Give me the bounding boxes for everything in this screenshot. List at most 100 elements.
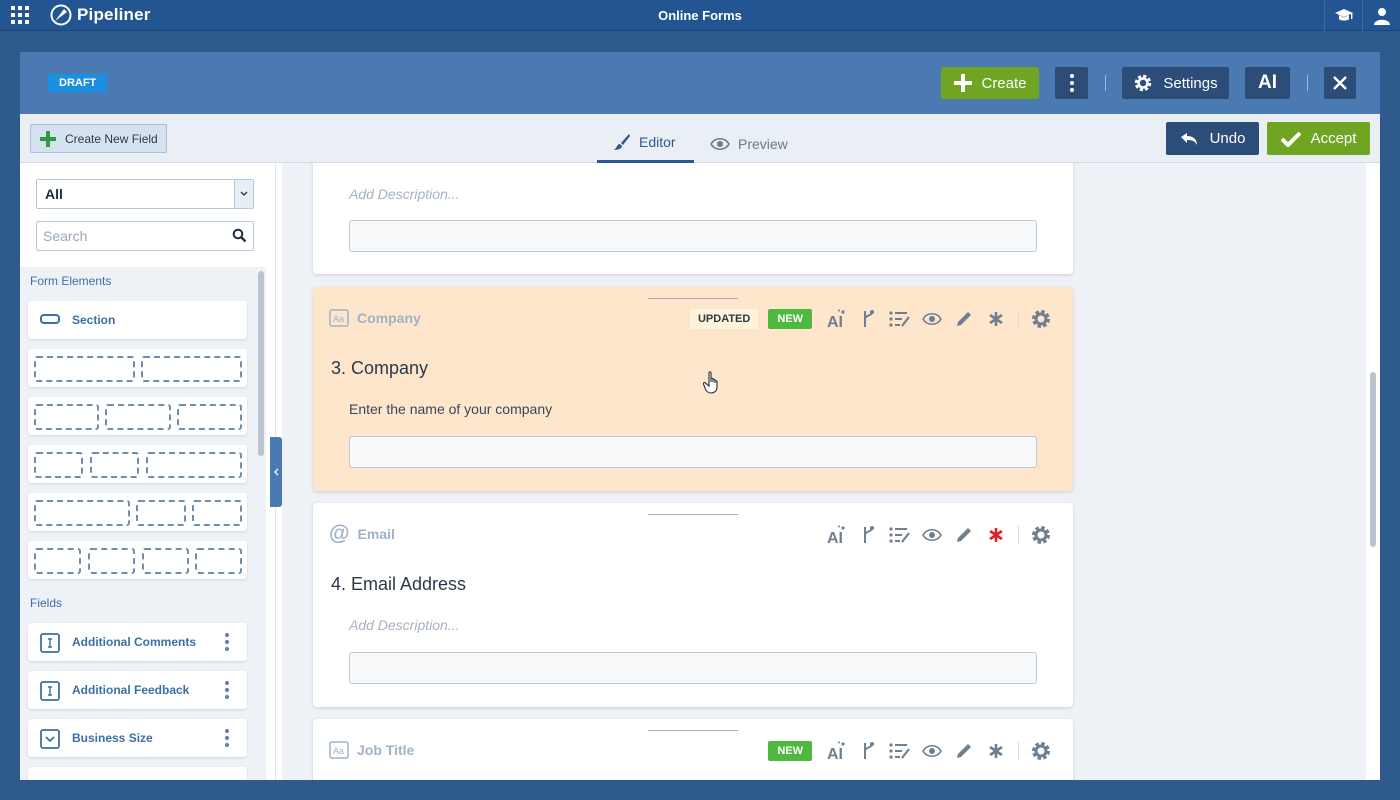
canvas-scrollbar[interactable] xyxy=(1370,372,1376,547)
visibility-eye-icon[interactable] xyxy=(916,307,948,331)
layout-slot xyxy=(34,548,81,574)
svg-text:AI: AI xyxy=(827,314,843,329)
layout-quarter-quarter-half[interactable] xyxy=(28,445,247,483)
tool-divider xyxy=(1018,310,1019,328)
layout-three-columns[interactable] xyxy=(28,397,247,435)
create-new-field-button[interactable]: Create New Field xyxy=(30,124,167,153)
field-item[interactable] xyxy=(28,767,247,780)
graduation-cap-icon[interactable] xyxy=(1324,0,1362,31)
editor-toolbar: Create New Field Editor Preview Undo Acc… xyxy=(20,114,1380,163)
plus-icon xyxy=(40,130,56,147)
user-icon[interactable] xyxy=(1362,0,1400,31)
field-description[interactable]: Add Description... xyxy=(349,186,460,202)
field-search-input[interactable]: Search xyxy=(36,221,254,251)
form-field-card-job-title[interactable]: Aa Job Title NEW AI xyxy=(313,719,1073,780)
sidebar-scrollbar[interactable] xyxy=(258,271,264,456)
collapse-sidebar-button[interactable] xyxy=(270,437,282,507)
required-asterisk-icon[interactable] xyxy=(980,739,1012,763)
visibility-eye-icon[interactable] xyxy=(916,739,948,763)
validation-list-icon[interactable] xyxy=(884,307,916,331)
tool-divider xyxy=(1018,526,1019,544)
chevron-down-icon[interactable] xyxy=(234,180,253,208)
edit-pencil-icon[interactable] xyxy=(948,307,980,331)
visibility-eye-icon[interactable] xyxy=(916,523,948,547)
kebab-menu-icon[interactable] xyxy=(225,681,229,699)
new-badge: NEW xyxy=(768,309,812,329)
layout-two-columns[interactable] xyxy=(28,349,247,387)
layout-slot xyxy=(177,404,242,430)
field-input-preview xyxy=(349,652,1037,684)
plus-icon xyxy=(954,74,973,92)
validation-list-icon[interactable] xyxy=(884,739,916,763)
gear-icon[interactable] xyxy=(1025,307,1057,331)
tab-preview[interactable]: Preview xyxy=(694,124,804,163)
required-asterisk-icon[interactable] xyxy=(980,523,1012,547)
header-divider xyxy=(1105,75,1106,91)
at-sign-icon: @ xyxy=(329,522,350,545)
app-title: Online Forms xyxy=(658,8,742,23)
field-title[interactable]: 4. Email Address xyxy=(331,574,466,595)
undo-icon xyxy=(1180,132,1197,145)
close-button[interactable] xyxy=(1324,67,1356,99)
gear-icon[interactable] xyxy=(1025,739,1057,763)
status-badge: DRAFT xyxy=(48,74,108,92)
layout-slot xyxy=(88,548,135,574)
edit-pencil-icon[interactable] xyxy=(948,739,980,763)
undo-button[interactable]: Undo xyxy=(1166,122,1259,155)
form-field-card-email[interactable]: @ Email AI 4. Email Address Add Descript… xyxy=(313,503,1073,707)
layout-slot xyxy=(141,356,242,382)
layout-slot xyxy=(192,500,242,526)
drag-handle[interactable] xyxy=(648,514,738,515)
search-icon[interactable] xyxy=(232,228,247,243)
ai-sparkle-icon[interactable]: AI xyxy=(820,739,852,763)
required-asterisk-icon[interactable] xyxy=(980,307,1012,331)
create-button[interactable]: Create xyxy=(941,67,1039,99)
dropdown-field-icon xyxy=(40,729,60,749)
updated-badge: UPDATED xyxy=(689,309,759,329)
gear-icon[interactable] xyxy=(1025,523,1057,547)
drag-handle[interactable] xyxy=(648,730,738,731)
ai-assistant-button[interactable]: AI xyxy=(1245,67,1290,99)
layout-slot xyxy=(34,404,99,430)
sidebar-list: Form Elements Section Fields Additional … xyxy=(20,267,266,780)
field-item[interactable]: Additional Feedback xyxy=(28,671,247,709)
ai-sparkle-icon[interactable]: AI xyxy=(820,523,852,547)
logic-branch-icon[interactable] xyxy=(852,523,884,547)
app-bar: Pipeliner Online Forms xyxy=(0,0,1400,31)
field-description[interactable]: Add Description... xyxy=(349,617,460,633)
field-item[interactable]: Business Size xyxy=(28,719,247,757)
kebab-menu-icon[interactable] xyxy=(225,729,229,747)
paintbrush-icon xyxy=(614,134,630,150)
field-item[interactable]: Additional Comments xyxy=(28,623,247,661)
accept-button[interactable]: Accept xyxy=(1267,122,1370,155)
field-item-label: Business Size xyxy=(72,731,153,745)
field-type-label: Company xyxy=(357,310,421,326)
edit-pencil-icon[interactable] xyxy=(948,523,980,547)
ai-sparkle-icon[interactable]: AI xyxy=(820,307,852,331)
field-library-sidebar: All Search Form Elements Section Fields … xyxy=(20,163,276,780)
logic-branch-icon[interactable] xyxy=(852,739,884,763)
field-title[interactable]: 3. Company xyxy=(331,358,428,379)
ai-icon: AI xyxy=(1258,72,1277,93)
field-card-header: Aa Company xyxy=(329,309,421,327)
section-element[interactable]: Section xyxy=(28,301,247,339)
layout-half-quarter-quarter[interactable] xyxy=(28,493,247,531)
form-field-card-company[interactable]: Aa Company UPDATED NEW AI 3. Company Ent… xyxy=(313,287,1073,491)
logic-branch-icon[interactable] xyxy=(852,307,884,331)
section-label: Section xyxy=(72,313,116,327)
settings-button[interactable]: Settings xyxy=(1122,67,1229,99)
field-tools: AI xyxy=(820,523,1057,547)
field-input-preview xyxy=(349,436,1037,468)
more-options-button[interactable] xyxy=(1055,67,1088,99)
tab-editor[interactable]: Editor xyxy=(597,124,694,163)
kebab-menu-icon[interactable] xyxy=(225,633,229,651)
drag-handle[interactable] xyxy=(648,298,738,299)
validation-list-icon[interactable] xyxy=(884,523,916,547)
field-filter-select[interactable]: All xyxy=(36,179,254,209)
layout-four-columns[interactable] xyxy=(28,541,247,579)
hand-cursor-icon xyxy=(703,371,718,394)
field-description[interactable]: Enter the name of your company xyxy=(349,401,552,417)
form-field-card[interactable]: Add Description... xyxy=(313,163,1073,274)
svg-text:Aa: Aa xyxy=(333,746,344,756)
tool-divider xyxy=(1018,742,1019,760)
